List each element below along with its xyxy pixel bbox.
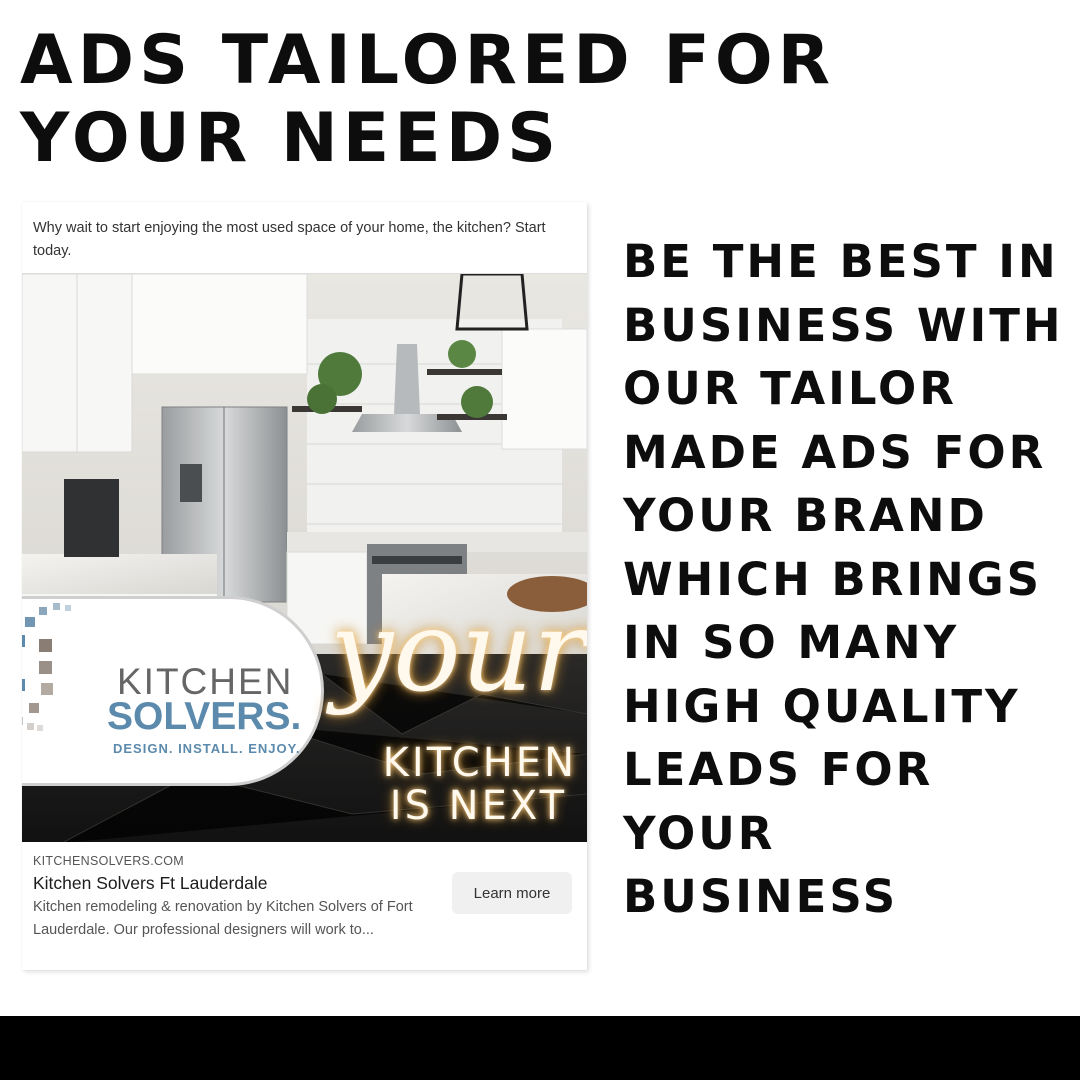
headline: ADS TAILORED FOR YOUR NEEDS: [20, 22, 1060, 178]
overlay-line-2: IS NEXT: [389, 783, 567, 829]
side-copy-line: IN SO MANY: [623, 616, 960, 669]
ad-description: Kitchen remodeling & renovation by Kitch…: [33, 899, 413, 938]
ad-domain: KITCHENSOLVERS.COM: [33, 854, 185, 868]
ad-link-footer[interactable]: KITCHENSOLVERS.COM Kitchen Solvers Ft La…: [22, 842, 587, 970]
logo-tagline: DESIGN. INSTALL. ENJOY.: [113, 741, 301, 756]
side-copy-line: BE THE BEST IN: [623, 235, 1059, 288]
ad-primary-text: Why wait to start enjoying the most used…: [33, 220, 546, 259]
logo-dots-icon: [22, 603, 71, 731]
side-copy-line: BUSINESS: [623, 870, 899, 923]
ad-image[interactable]: KITCHEN SOLVERS. DESIGN. INSTALL. ENJOY.…: [22, 273, 587, 842]
logo-line-2: SOLVERS.: [107, 695, 302, 738]
side-copy-line: OUR TAILOR: [623, 362, 957, 415]
overlay-script-word: your: [330, 587, 587, 717]
bottom-bar: [0, 1016, 1080, 1080]
kitchen-solvers-logo: KITCHEN SOLVERS. DESIGN. INSTALL. ENJOY.: [22, 596, 324, 786]
side-copy-line: MADE ADS FOR: [623, 425, 1047, 479]
facebook-ad-preview[interactable]: Why wait to start enjoying the most used…: [22, 202, 587, 970]
headline-line-1: ADS TAILORED FOR: [20, 21, 836, 100]
side-copy-line: YOUR BRAND: [623, 489, 988, 542]
headline-line-2: YOUR NEEDS: [20, 99, 562, 178]
overlay-line-1: KITCHEN: [382, 740, 577, 786]
side-copy-line: HIGH QUALITY: [623, 679, 1021, 733]
side-copy-line: WHICH BRINGS: [623, 552, 1043, 606]
ad-title[interactable]: Kitchen Solvers Ft Lauderdale: [33, 873, 267, 894]
side-copy: BE THE BEST IN BUSINESS WITH OUR TAILOR …: [623, 230, 1073, 929]
side-copy-line: BUSINESS WITH: [623, 298, 1064, 352]
learn-more-button[interactable]: Learn more: [452, 872, 572, 914]
side-copy-line: LEADS FOR: [623, 743, 934, 796]
side-copy-line: YOUR: [623, 806, 776, 860]
